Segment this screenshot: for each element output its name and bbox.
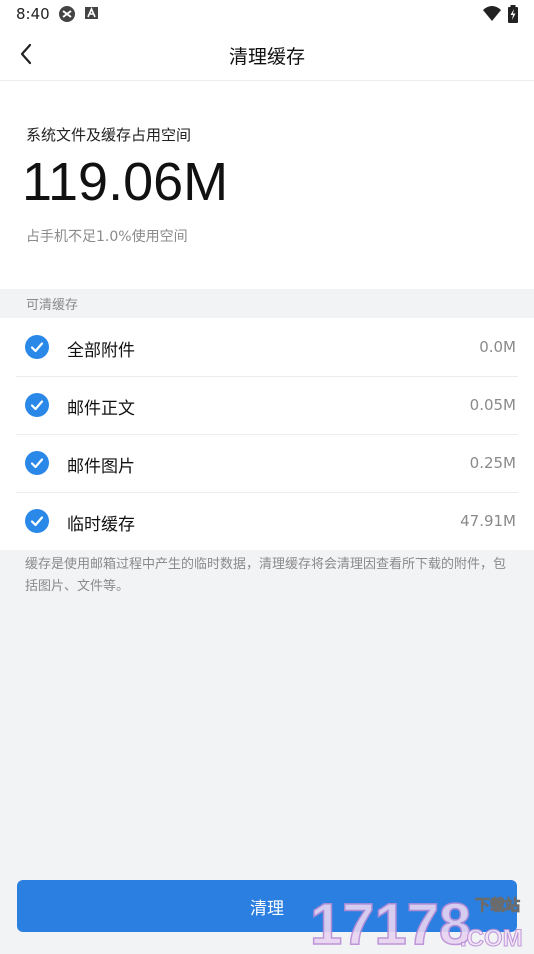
cache-item-temp-cache[interactable]: 临时缓存 47.91M: [0, 492, 534, 550]
a-notification-icon: [84, 5, 100, 25]
checkbox-checked[interactable]: [25, 509, 49, 533]
cache-item-label: 临时缓存: [67, 515, 135, 535]
divider: [16, 492, 518, 493]
cache-item-mail-images[interactable]: 邮件图片 0.25M: [0, 434, 534, 492]
storage-summary: 系统文件及缓存占用空间 119.06M 占手机不足1.0%使用空间: [0, 81, 534, 289]
checkbox-checked[interactable]: [25, 451, 49, 475]
app-notification-icon: [58, 5, 76, 27]
divider: [16, 376, 518, 377]
checkmark-icon: [30, 342, 44, 353]
storage-summary-size: 119.06M: [22, 152, 229, 212]
checkmark-icon: [30, 400, 44, 411]
checkmark-icon: [30, 458, 44, 469]
divider: [16, 434, 518, 435]
watermark-text-site: 下载站: [475, 896, 520, 914]
title-bar: 清理缓存: [0, 28, 534, 81]
storage-summary-label: 系统文件及缓存占用空间: [26, 126, 192, 144]
cache-item-label: 邮件正文: [67, 399, 135, 419]
wifi-icon: [482, 5, 502, 27]
storage-summary-subtext: 占手机不足1.0%使用空间: [26, 229, 188, 245]
cache-list: 全部附件 0.0M 邮件正文 0.05M 邮件图片 0.25M 临时缓存 47.: [0, 318, 534, 550]
cache-item-size: 0.05M: [469, 396, 516, 414]
cache-item-attachments[interactable]: 全部附件 0.0M: [0, 318, 534, 376]
status-time: 8:40: [16, 5, 50, 23]
watermark-logo: 17178 下载站 .COM: [309, 888, 534, 954]
cache-item-label: 全部附件: [67, 341, 135, 361]
battery-icon: [507, 5, 519, 28]
watermark-text-com: .COM: [460, 925, 523, 950]
cache-item-size: 0.0M: [479, 338, 516, 356]
cache-item-size: 0.25M: [469, 454, 516, 472]
checkmark-icon: [30, 516, 44, 527]
cache-item-label: 邮件图片: [67, 457, 135, 477]
cache-item-size: 47.91M: [460, 512, 516, 530]
section-title: 可清缓存: [26, 298, 79, 313]
status-bar: 8:40: [0, 0, 534, 28]
cache-description: 缓存是使用邮箱过程中产生的临时数据，清理缓存将会清理因查看所下载的附件，包括图片…: [25, 557, 507, 594]
page-title: 清理缓存: [228, 46, 305, 68]
checkbox-checked[interactable]: [25, 393, 49, 417]
section-header: 可清缓存: [0, 289, 534, 317]
cache-item-mail-body[interactable]: 邮件正文 0.05M: [0, 376, 534, 434]
watermark-text-number: 17178: [310, 892, 471, 950]
checkbox-checked[interactable]: [25, 335, 49, 359]
